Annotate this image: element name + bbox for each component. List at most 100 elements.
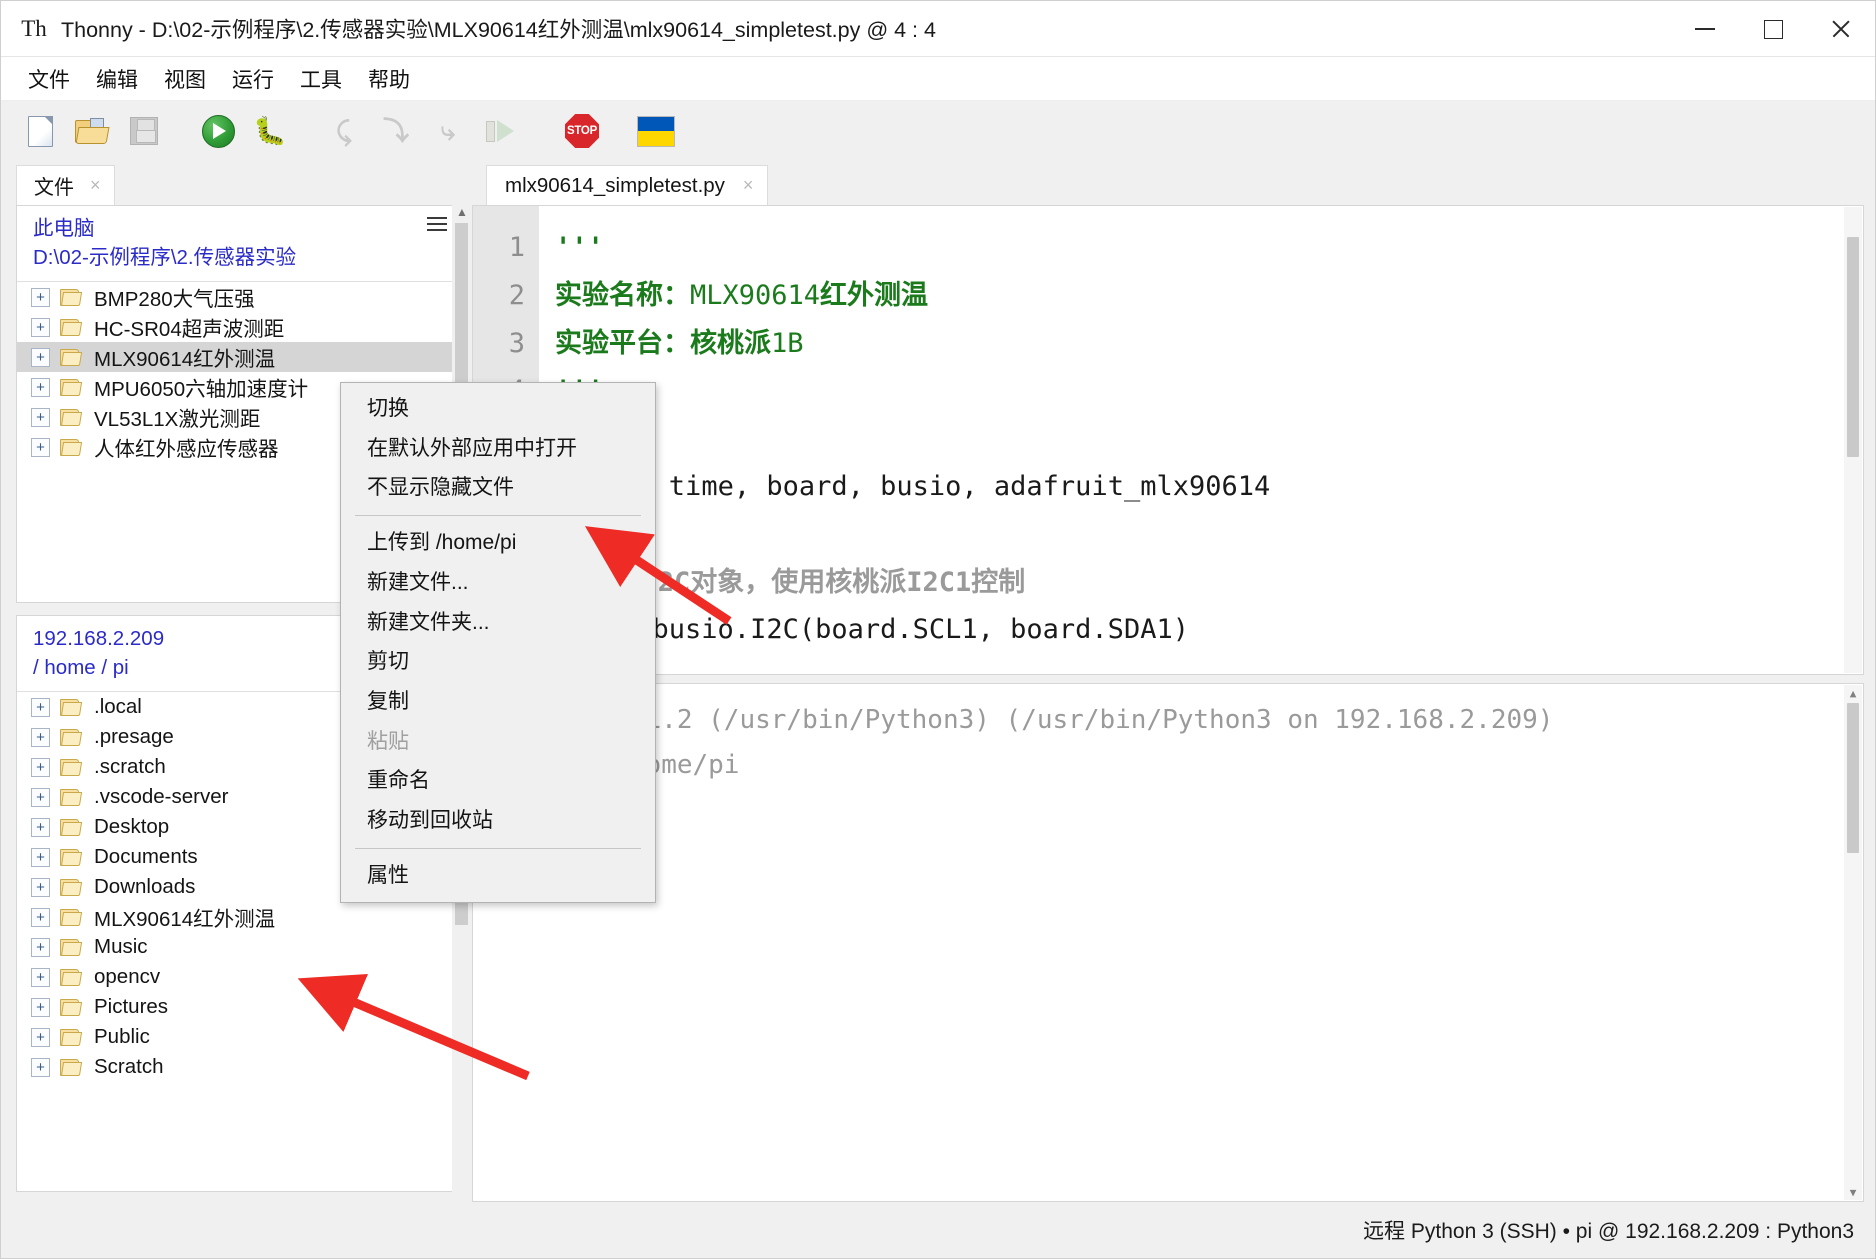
window-controls: [1671, 1, 1875, 57]
list-item[interactable]: + BMP280大气压强: [17, 282, 461, 312]
editor-scrollbar-thumb[interactable]: [1847, 237, 1859, 457]
expand-plus-icon[interactable]: +: [31, 787, 50, 807]
resume-button[interactable]: [477, 109, 523, 153]
expand-plus-icon[interactable]: +: [31, 727, 50, 747]
local-path-header: 此电脑 D:\02-示例程序\2.传感器实验: [17, 206, 461, 283]
code-segment: ''': [555, 232, 604, 263]
maximize-icon: [1763, 19, 1783, 39]
folder-icon: [60, 407, 84, 427]
menu-help[interactable]: 帮助: [355, 61, 423, 97]
step-out-button[interactable]: ⤷: [425, 109, 471, 153]
expand-plus-icon[interactable]: +: [31, 997, 50, 1017]
expand-plus-icon[interactable]: +: [31, 377, 50, 397]
expand-plus-icon[interactable]: +: [31, 757, 50, 777]
scroll-up-arrow-icon[interactable]: ▲: [452, 205, 472, 221]
list-item-label: Public: [94, 1025, 150, 1049]
code-line: # 构建I2C对象，使用核桃派I2C1控制: [555, 559, 1863, 607]
shell-scroll-up-arrow-icon[interactable]: ▲: [1844, 685, 1862, 701]
save-button[interactable]: [121, 109, 167, 153]
hamburger-icon[interactable]: [427, 217, 447, 231]
run-icon: [201, 114, 235, 148]
folder-icon: [60, 757, 84, 777]
list-item[interactable]: + Public: [17, 1022, 461, 1052]
run-button[interactable]: [195, 109, 241, 153]
menu-tools[interactable]: 工具: [287, 61, 355, 97]
open-folder-icon: [75, 117, 110, 145]
expand-plus-icon[interactable]: +: [31, 847, 50, 867]
expand-plus-icon[interactable]: +: [31, 817, 50, 837]
expand-plus-icon[interactable]: +: [31, 287, 50, 307]
list-item[interactable]: + Pictures: [17, 992, 461, 1022]
menu-run[interactable]: 运行: [219, 61, 287, 97]
debug-button[interactable]: 🐛: [247, 109, 293, 153]
local-path-line1[interactable]: 此电脑: [33, 214, 447, 243]
tab-files[interactable]: 文件 ×: [16, 165, 115, 205]
step-over-button[interactable]: ⤹: [321, 109, 367, 153]
expand-plus-icon[interactable]: +: [31, 937, 50, 957]
context-menu-item-properties[interactable]: 属性: [341, 856, 655, 896]
local-path-line2[interactable]: D:\02-示例程序\2.传感器实验: [33, 243, 447, 272]
tab-mlx90614-simpletest[interactable]: mlx90614_simpletest.py ×: [486, 165, 769, 205]
expand-plus-icon[interactable]: +: [31, 697, 50, 717]
expand-plus-icon[interactable]: +: [31, 967, 50, 987]
expand-plus-icon[interactable]: +: [31, 407, 50, 427]
list-item[interactable]: + Music: [17, 932, 461, 962]
shell-line: >>> %cd /home/pi: [489, 743, 1863, 788]
list-item[interactable]: + HC-SR04超声波测距: [17, 312, 461, 342]
context-menu-separator: [355, 515, 641, 517]
context-menu-item-new-file[interactable]: 新建文件...: [341, 563, 655, 603]
shell-scrollbar-thumb[interactable]: [1847, 703, 1859, 853]
expand-plus-icon[interactable]: +: [31, 877, 50, 897]
list-item[interactable]: + MLX90614红外测温: [17, 902, 461, 932]
stop-button[interactable]: STOP: [559, 109, 605, 153]
status-bar: 远程 Python 3 (SSH) • pi @ 192.168.2.209 :…: [2, 1202, 1874, 1257]
editor-scrollbar[interactable]: [1844, 207, 1862, 673]
context-menu-item-copy[interactable]: 复制: [341, 682, 655, 722]
expand-plus-icon[interactable]: +: [31, 347, 50, 367]
expand-plus-icon[interactable]: +: [31, 1057, 50, 1077]
context-menu-item-open-external[interactable]: 在默认外部应用中打开: [341, 429, 655, 469]
list-item[interactable]: + Scratch: [17, 1052, 461, 1082]
list-item-label: Music: [94, 935, 148, 959]
menu-edit[interactable]: 编辑: [83, 61, 151, 97]
open-file-button[interactable]: [69, 109, 115, 153]
shell-console[interactable]: Python 3.11.2 (/usr/bin/Python3) (/usr/b…: [472, 683, 1864, 1202]
tab-files-close-icon[interactable]: ×: [90, 175, 101, 196]
list-item-label: Scratch: [94, 1055, 164, 1079]
context-menu-item-trash[interactable]: 移动到回收站: [341, 801, 655, 841]
editor-tab-close-icon[interactable]: ×: [743, 175, 754, 196]
list-item-selected[interactable]: + MLX90614红外测温: [17, 342, 461, 373]
shell-scrollbar[interactable]: ▲ ▼: [1844, 685, 1862, 1200]
menu-file[interactable]: 文件: [15, 61, 83, 97]
shell-scroll-down-arrow-icon[interactable]: ▼: [1844, 1184, 1862, 1200]
step-out-icon: ⤷: [440, 116, 456, 146]
code-editor[interactable]: 1 2 3 4 5 6 7 8 9 ''' 实验名称：MLX90614红外测温: [472, 205, 1864, 675]
context-menu-item-new-folder[interactable]: 新建文件夹...: [341, 603, 655, 643]
line-number: 3: [508, 327, 525, 359]
context-menu-item-cut[interactable]: 剪切: [341, 642, 655, 682]
expand-plus-icon[interactable]: +: [31, 1027, 50, 1047]
context-menu-item-upload[interactable]: 上传到 /home/pi: [341, 523, 655, 563]
expand-plus-icon[interactable]: +: [31, 907, 50, 927]
new-file-button[interactable]: [17, 109, 63, 153]
minimize-icon: [1695, 28, 1715, 30]
context-menu-item-rename[interactable]: 重命名: [341, 761, 655, 801]
close-button[interactable]: [1807, 1, 1875, 57]
maximize-button[interactable]: [1739, 1, 1807, 57]
folder-icon: [60, 317, 84, 337]
expand-plus-icon[interactable]: +: [31, 317, 50, 337]
context-menu-item-hide-hidden[interactable]: 不显示隐藏文件: [341, 468, 655, 508]
folder-icon: [60, 967, 84, 987]
ukraine-button[interactable]: [633, 109, 679, 153]
code-text-area[interactable]: ''' 实验名称：MLX90614红外测温 实验平台：核桃派1B ''' imp…: [539, 206, 1863, 674]
step-into-button[interactable]: ⤵: [373, 109, 419, 153]
menu-view[interactable]: 视图: [151, 61, 219, 97]
list-item[interactable]: + opencv: [17, 962, 461, 992]
expand-plus-icon[interactable]: +: [31, 437, 50, 457]
minimize-button[interactable]: [1671, 1, 1739, 57]
menu-bar: 文件 编辑 视图 运行 工具 帮助: [1, 57, 1875, 101]
folder-icon: [60, 787, 84, 807]
folder-icon: [60, 997, 84, 1017]
context-menu-item-toggle[interactable]: 切换: [341, 389, 655, 429]
